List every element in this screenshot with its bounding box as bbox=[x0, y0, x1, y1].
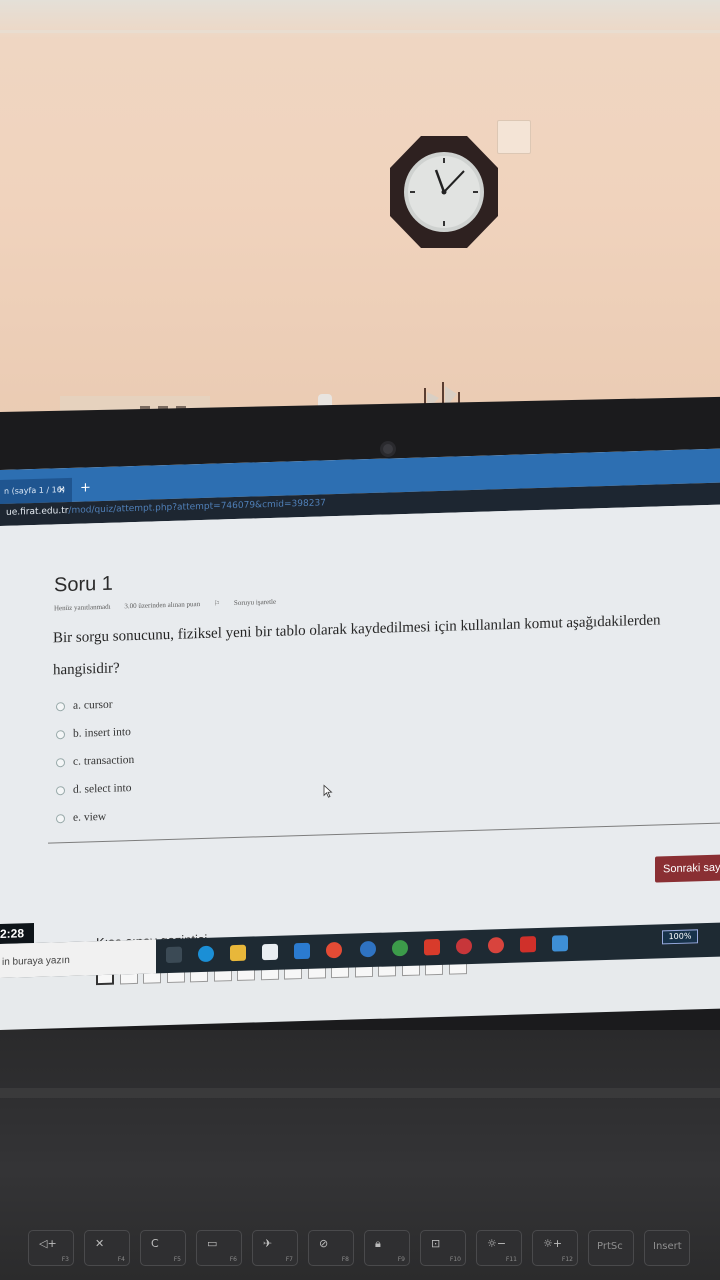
mouse-cursor-icon bbox=[323, 784, 333, 798]
volume-up-icon: ◁+ bbox=[39, 1237, 57, 1250]
key-insert[interactable]: Insert bbox=[644, 1230, 690, 1266]
question-status: Henüz yanıtlanmadı bbox=[54, 602, 111, 613]
option-d[interactable]: d. select into bbox=[56, 774, 134, 804]
option-b[interactable]: b. insert into bbox=[56, 718, 134, 748]
key-f6[interactable]: ▭ F6 bbox=[196, 1230, 242, 1266]
key-label: F4 bbox=[117, 1256, 125, 1263]
question-title: Soru 1 bbox=[54, 572, 113, 597]
url-path: /mod/quiz/attempt.php?attempt=746079&cmi… bbox=[68, 498, 326, 516]
key-label: F9 bbox=[397, 1256, 405, 1263]
key-f10[interactable]: ⊡ F10 bbox=[420, 1230, 466, 1266]
timer: 2:28 bbox=[0, 922, 34, 944]
radio-button[interactable] bbox=[56, 701, 65, 711]
option-label: b. insert into bbox=[73, 726, 131, 740]
option-c[interactable]: c. transaction bbox=[56, 746, 134, 776]
browser-tab[interactable]: n (sayfa 1 / 16) × bbox=[0, 477, 72, 504]
webcam bbox=[383, 444, 393, 454]
close-tab-icon[interactable]: × bbox=[58, 478, 66, 502]
airplane-icon: ✈ bbox=[263, 1237, 273, 1250]
battery-indicator[interactable]: 100% bbox=[662, 929, 698, 945]
radio-button[interactable] bbox=[56, 757, 65, 767]
key-label: Insert bbox=[653, 1241, 682, 1252]
divider bbox=[48, 822, 720, 844]
app-icon[interactable] bbox=[392, 939, 408, 957]
radio-button[interactable] bbox=[56, 729, 65, 739]
key-label: F5 bbox=[173, 1256, 181, 1263]
option-label: c. transaction bbox=[73, 754, 135, 768]
key-label: F10 bbox=[449, 1256, 461, 1263]
key-f7[interactable]: ✈ F7 bbox=[252, 1230, 298, 1266]
key-label: PrtSc bbox=[597, 1241, 623, 1252]
url-host: ue.firat.edu.tr bbox=[6, 505, 69, 518]
wall bbox=[0, 0, 720, 430]
key-label: F3 bbox=[61, 1256, 69, 1263]
option-label: d. select into bbox=[73, 782, 132, 796]
photos-icon[interactable] bbox=[552, 935, 568, 952]
laptop-screen: n (sayfa 1 / 16) × + ue.firat.edu.tr/mod… bbox=[0, 448, 720, 1031]
flag-label: Soruyu işaretle bbox=[233, 597, 277, 608]
option-label: a. cursor bbox=[73, 698, 113, 712]
key-f11[interactable]: ☼− F11 bbox=[476, 1230, 522, 1266]
mail-icon[interactable] bbox=[294, 942, 310, 960]
option-label: e. view bbox=[73, 810, 107, 824]
next-page-button[interactable]: Sonraki say bbox=[655, 853, 720, 883]
brightness-up-icon: ☼+ bbox=[543, 1237, 563, 1250]
key-f9[interactable]: 🔒︎ F9 bbox=[364, 1230, 410, 1266]
key-prtsc[interactable]: PrtSc bbox=[588, 1230, 634, 1266]
keyboard-function-row: ◁+ F3 ✕ F4 C F5 ▭ F6 ✈ F7 ⊘ F8 🔒︎ F9 ⊡ F10 ☼− F11… bbox=[0, 1222, 720, 1280]
key-label: F12 bbox=[561, 1256, 573, 1263]
radio-button[interactable] bbox=[56, 785, 65, 795]
option-e[interactable]: e. view bbox=[56, 802, 134, 832]
key-label: F7 bbox=[285, 1256, 293, 1263]
question-text: Bir sorgu sonucunu, fiziksel yeni bir ta… bbox=[53, 612, 661, 679]
lock-icon: 🔒︎ bbox=[375, 1237, 381, 1250]
key-f4[interactable]: ✕ F4 bbox=[84, 1230, 130, 1266]
option-a[interactable]: a. cursor bbox=[56, 690, 134, 720]
key-f3[interactable]: ◁+ F3 bbox=[28, 1230, 74, 1266]
question-meta: Henüz yanıtlanmadı 3.00 üzerinden alınan… bbox=[54, 597, 300, 613]
store-icon[interactable] bbox=[262, 943, 278, 961]
wall-clock bbox=[390, 136, 498, 248]
app-icon[interactable] bbox=[488, 937, 504, 954]
tab-title: n (sayfa 1 / 16) bbox=[4, 485, 65, 496]
ceiling-trim bbox=[0, 30, 720, 33]
app-icon[interactable] bbox=[456, 937, 472, 955]
office-icon[interactable] bbox=[424, 938, 440, 956]
file-explorer-icon[interactable] bbox=[230, 944, 246, 962]
question-points: 3.00 üzerinden alınan puan bbox=[124, 600, 201, 611]
touchpad-icon: ▭ bbox=[207, 1237, 218, 1250]
key-f12[interactable]: ☼+ F12 bbox=[532, 1230, 578, 1266]
display-icon: ⊡ bbox=[431, 1237, 441, 1250]
key-f5[interactable]: C F5 bbox=[140, 1230, 186, 1266]
camera-off-icon: ⊘ bbox=[319, 1237, 329, 1250]
chrome-icon[interactable] bbox=[326, 941, 342, 959]
flag-question-link[interactable]: ⚐ Soruyu işaretle bbox=[213, 597, 288, 608]
key-f8[interactable]: ⊘ F8 bbox=[308, 1230, 354, 1266]
key-label: F6 bbox=[229, 1256, 237, 1263]
task-view-icon[interactable] bbox=[166, 946, 182, 964]
answer-options: a. cursor b. insert into c. transaction … bbox=[56, 690, 134, 832]
taskbar-search[interactable]: in buraya yazın bbox=[0, 939, 156, 978]
flag-icon: ⚐ bbox=[213, 599, 222, 608]
key-label: F8 bbox=[341, 1256, 349, 1263]
light-switch bbox=[497, 120, 531, 154]
radio-button[interactable] bbox=[56, 813, 65, 823]
key-label: F11 bbox=[505, 1256, 517, 1263]
edge-icon[interactable] bbox=[198, 945, 214, 963]
quiz-page: Soru 1 Henüz yanıtlanmadı 3.00 üzerinden… bbox=[0, 504, 720, 986]
new-tab-button[interactable]: + bbox=[80, 478, 91, 498]
brightness-down-icon: ☼− bbox=[487, 1237, 507, 1250]
app-icon[interactable] bbox=[360, 940, 376, 958]
refresh-icon: C bbox=[151, 1237, 159, 1250]
acrobat-icon[interactable] bbox=[520, 936, 536, 953]
taskbar-search-placeholder: in buraya yazın bbox=[2, 954, 70, 968]
laptop-hinge bbox=[0, 1088, 720, 1098]
mic-mute-icon: ✕ bbox=[95, 1237, 105, 1250]
